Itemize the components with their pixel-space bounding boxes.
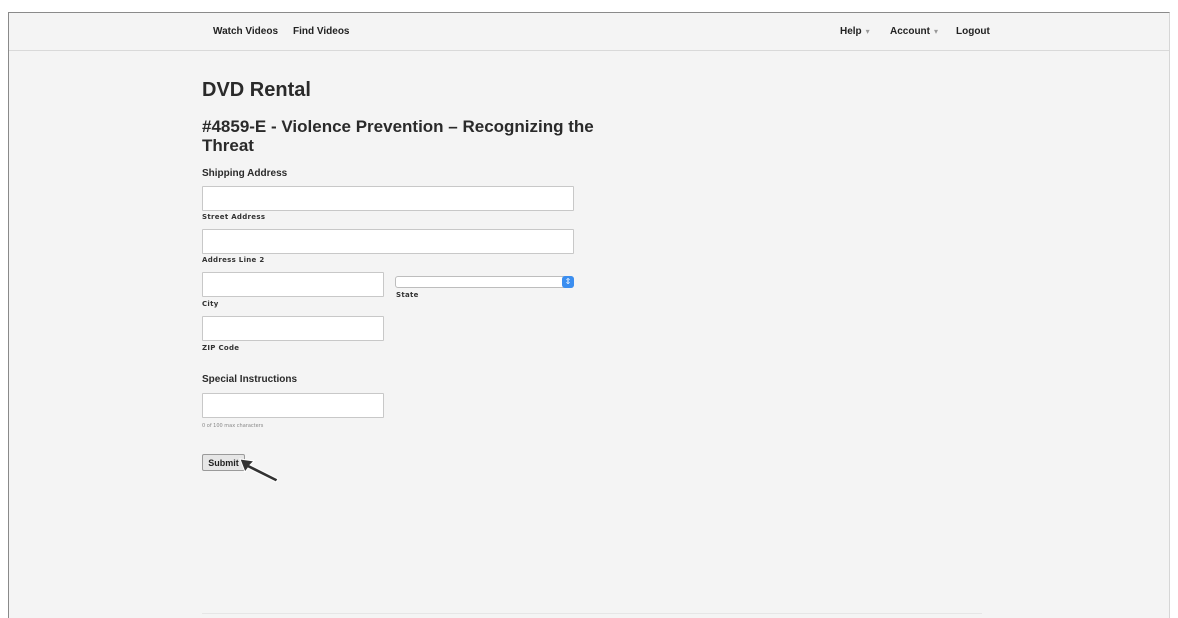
divider [202, 613, 982, 614]
nav-account-menu[interactable]: Account ▾ [890, 26, 938, 37]
nav-find-videos[interactable]: Find Videos [293, 26, 350, 37]
state-select[interactable]: ⇕ [395, 276, 574, 288]
nav-help-menu[interactable]: Help ▾ [840, 26, 870, 37]
video-title: #4859-E - Violence Prevention – Recogniz… [202, 117, 594, 155]
zip-code-input[interactable] [202, 316, 384, 341]
street-address-input[interactable] [202, 186, 574, 211]
chevron-down-icon: ▾ [934, 27, 939, 36]
address-line-2-label: Address Line 2 [202, 256, 265, 264]
state-label: State [396, 291, 419, 299]
nav-watch-videos[interactable]: Watch Videos [213, 26, 278, 37]
top-navigation-bar: Watch Videos Find Videos Help ▾ Account ▾ … [9, 13, 1169, 51]
special-instructions-heading: Special Instructions [202, 374, 298, 385]
select-arrows-icon: ⇕ [562, 276, 574, 288]
character-counter: 0 of 100 max characters [202, 423, 264, 429]
nav-logout[interactable]: Logout [956, 26, 990, 37]
page-title: DVD Rental [202, 79, 311, 101]
zip-code-label: ZIP Code [202, 344, 240, 352]
city-input[interactable] [202, 272, 384, 297]
nav-help-label: Help [840, 26, 862, 37]
shipping-address-heading: Shipping Address [202, 168, 288, 179]
pointer-arrow-icon [239, 458, 279, 483]
address-line-2-input[interactable] [202, 229, 574, 254]
city-label: City [202, 300, 219, 308]
chevron-down-icon: ▾ [865, 27, 870, 36]
special-instructions-input[interactable] [202, 393, 384, 418]
browser-viewport: Watch Videos Find Videos Help ▾ Account ▾ … [8, 12, 1170, 618]
street-address-label: Street Address [202, 213, 266, 221]
nav-account-label: Account [890, 26, 930, 37]
